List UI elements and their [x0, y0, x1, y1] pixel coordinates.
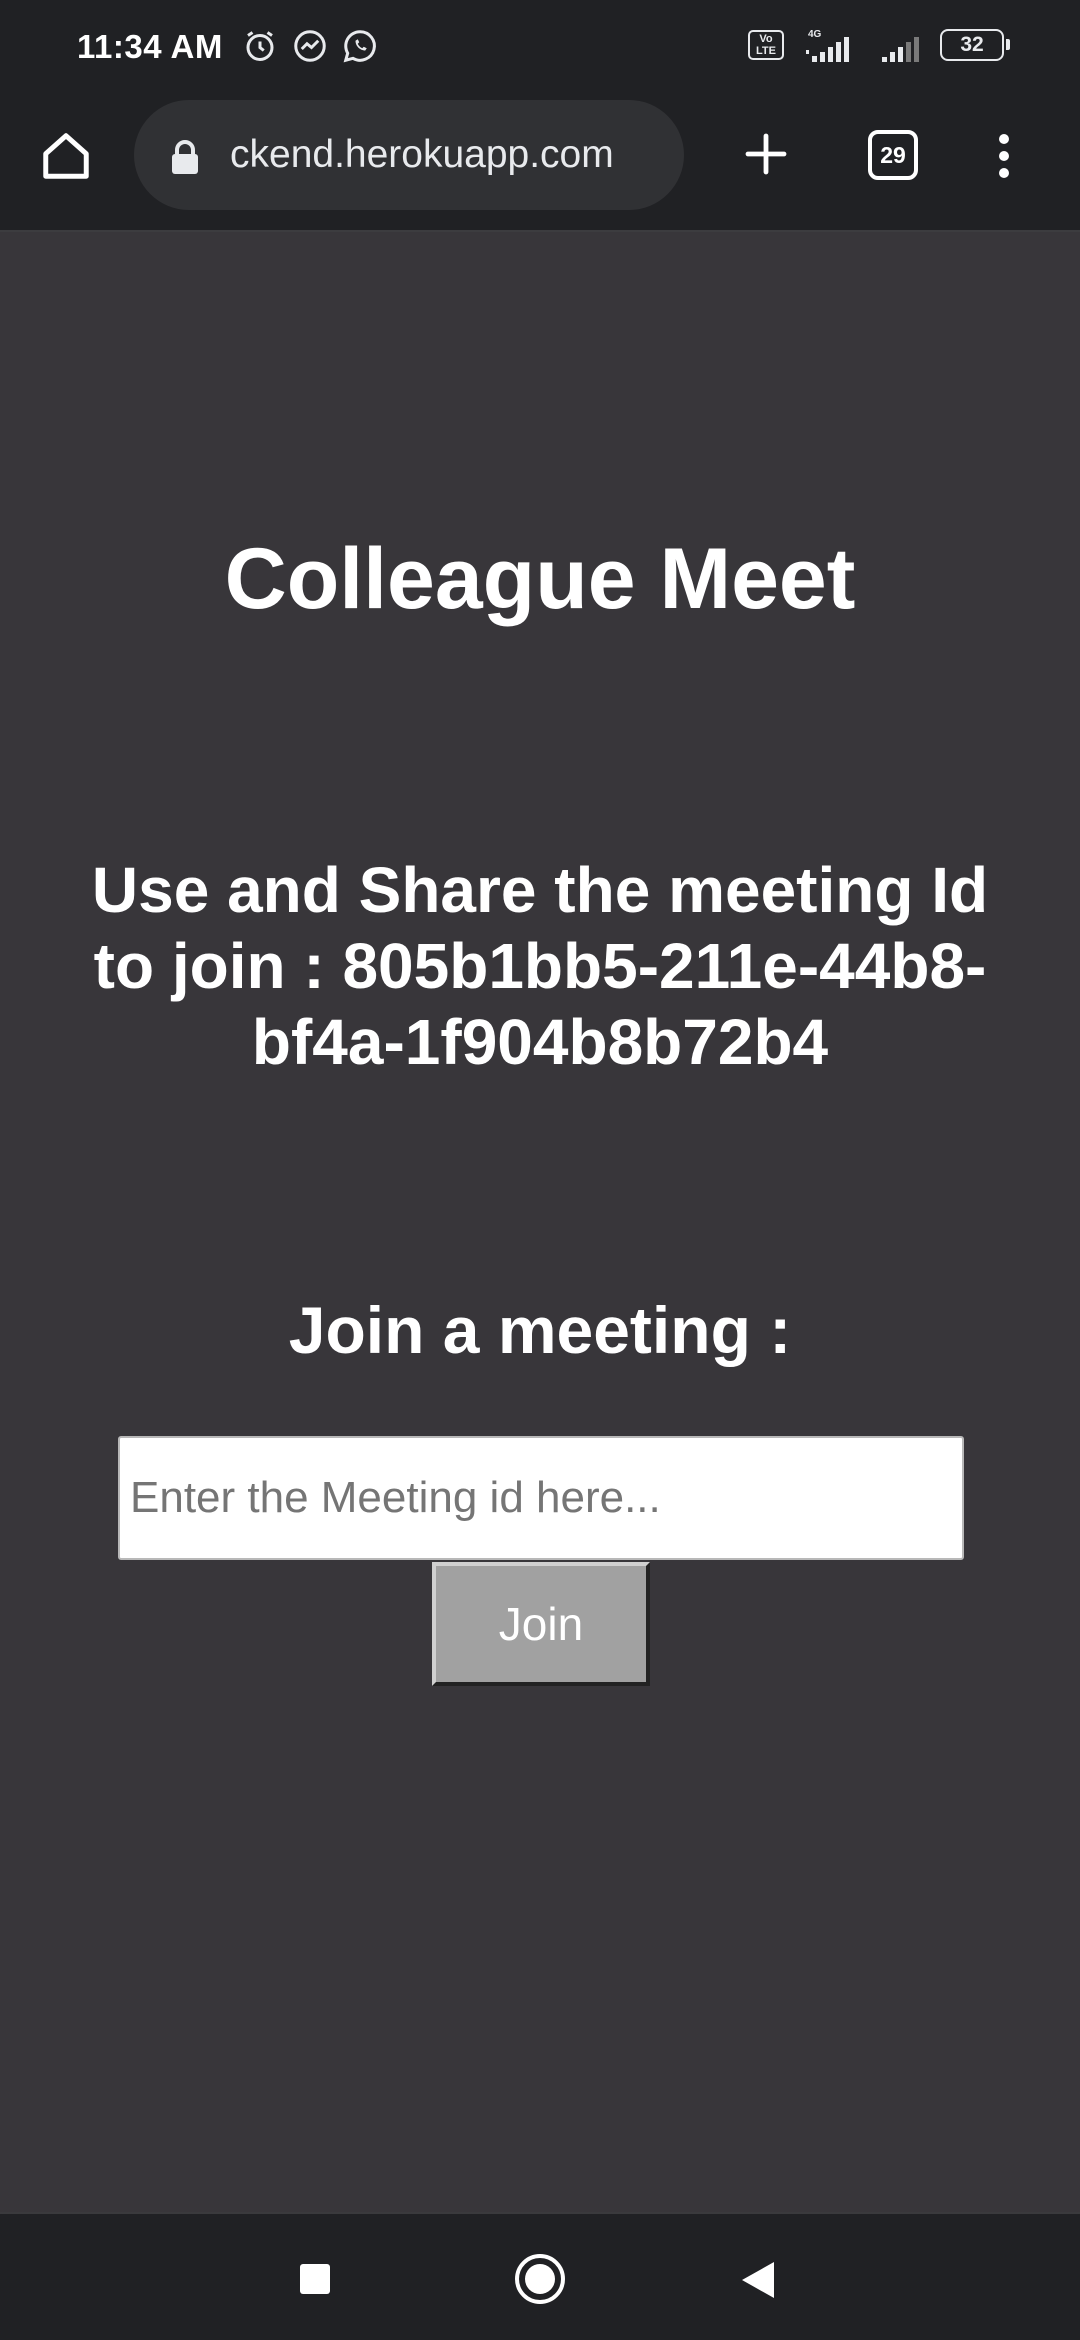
overflow-menu-button[interactable] — [984, 126, 1024, 186]
battery-icon: 32 — [940, 29, 1010, 61]
join-meeting-heading: Join a meeting : — [288, 1293, 792, 1367]
menu-dot-icon — [999, 134, 1009, 144]
menu-dot-icon — [999, 168, 1009, 178]
whatsapp-icon — [343, 30, 376, 63]
menu-dot-icon — [999, 151, 1009, 161]
volte-icon: Vo LTE — [748, 30, 784, 60]
url-text: ckend.herokuapp.com — [230, 133, 614, 176]
new-tab-button[interactable] — [736, 124, 796, 184]
page-title: Colleague Meet — [224, 531, 856, 627]
status-bar: 11:34 AM Vo LTE 4G 32 — [0, 0, 1080, 96]
notification-icons — [242, 28, 378, 64]
system-icons: Vo LTE 4G 32 — [748, 28, 1010, 62]
web-page: Colleague Meet Use and Share the meeting… — [0, 232, 1080, 2212]
lock-icon — [172, 140, 198, 174]
browser-toolbar: ckend.herokuapp.com 29 — [0, 96, 1080, 232]
plus-icon — [745, 133, 787, 175]
alarm-icon — [246, 31, 274, 61]
signal-4g-icon: 4G — [806, 29, 849, 62]
network-type-label: 4G — [808, 29, 822, 40]
address-bar[interactable]: ckend.herokuapp.com — [134, 100, 684, 210]
meeting-id-input[interactable] — [118, 1436, 964, 1560]
home-circle-icon — [525, 2264, 555, 2294]
system-navigation-bar — [0, 2212, 1080, 2340]
join-button[interactable]: Join — [432, 1562, 650, 1686]
home-icon — [43, 133, 89, 179]
meeting-id-message: Use and Share the meeting Id to join : 8… — [91, 854, 989, 1078]
messenger-icon — [294, 30, 326, 62]
back-button[interactable] — [740, 2260, 776, 2300]
tab-switcher-button[interactable]: 29 — [868, 130, 918, 180]
status-time: 11:34 AM — [77, 28, 223, 65]
recents-button[interactable] — [300, 2264, 330, 2294]
signal-sim2-icon — [882, 37, 919, 62]
home-button[interactable] — [36, 126, 96, 186]
home-nav-button[interactable] — [515, 2254, 565, 2304]
